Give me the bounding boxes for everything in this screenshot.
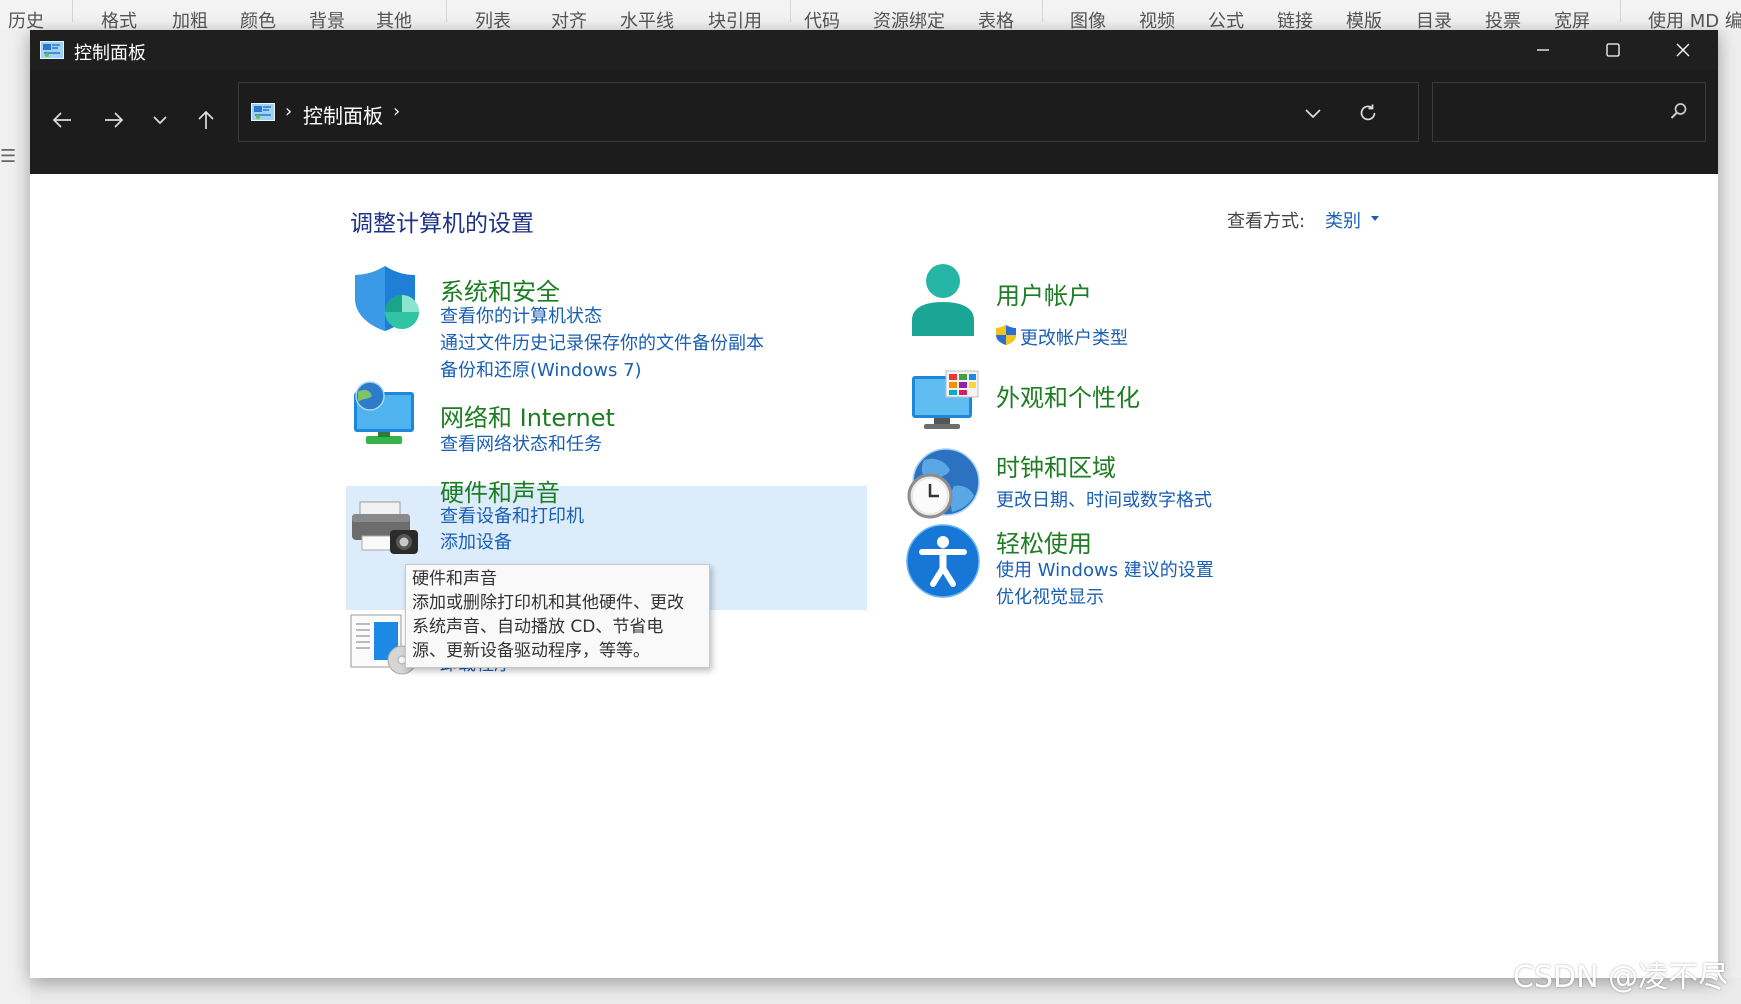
refresh-button[interactable] xyxy=(1352,97,1384,129)
uac-shield-icon xyxy=(996,325,1016,345)
category-title-ease-of-access[interactable]: 轻松使用 xyxy=(996,524,1092,559)
title-bar: 控制面板 xyxy=(30,30,1718,70)
link-windows-recommended-settings[interactable]: 使用 Windows 建议的设置 xyxy=(996,556,1214,582)
breadcrumb-separator-icon[interactable]: › xyxy=(393,101,400,122)
content-area: 调整计算机的设置 查看方式: 类别 系统和安全 查看你的计算机状态 通过文件历史… xyxy=(30,174,1718,978)
link-optimize-visual-display[interactable]: 优化视觉显示 xyxy=(996,583,1104,609)
link-view-network-status[interactable]: 查看网络状态和任务 xyxy=(440,430,602,456)
recent-locations-button[interactable] xyxy=(140,100,180,140)
category-title-appearance-personalization[interactable]: 外观和个性化 xyxy=(996,378,1140,413)
arrow-left-icon xyxy=(52,112,71,128)
close-icon xyxy=(1676,43,1690,57)
tooltip-line: 源、更新设备驱动程序，等等。 xyxy=(412,641,650,661)
minimize-icon xyxy=(1537,49,1549,51)
link-backup-restore-win7[interactable]: 备份和还原(Windows 7) xyxy=(440,356,642,382)
control-panel-crumb-icon xyxy=(251,103,275,121)
shield-icon[interactable] xyxy=(352,264,422,334)
link-change-account-type[interactable]: 更改帐户类型 xyxy=(1020,324,1128,350)
control-panel-app-icon xyxy=(40,41,64,59)
category-title-clock-region[interactable]: 时钟和区域 xyxy=(996,448,1116,483)
maximize-icon xyxy=(1606,43,1620,57)
accessibility-icon[interactable] xyxy=(906,524,980,598)
globe-clock-icon[interactable] xyxy=(906,446,980,520)
arrow-right-icon xyxy=(105,112,124,128)
link-file-history-backup[interactable]: 通过文件历史记录保存你的文件备份副本 xyxy=(440,329,764,355)
page-title: 调整计算机的设置 xyxy=(350,211,534,237)
link-change-date-time-format[interactable]: 更改日期、时间或数字格式 xyxy=(996,486,1212,512)
address-history-dropdown[interactable] xyxy=(1297,99,1329,127)
category-title-user-accounts[interactable]: 用户帐户 xyxy=(996,276,1092,311)
chevron-down-icon xyxy=(1305,109,1321,118)
tooltip-line: 添加或删除打印机和其他硬件、更改 xyxy=(412,593,684,613)
refresh-icon xyxy=(1360,104,1376,121)
watermark: CSDN @凌不尽 xyxy=(1513,960,1729,995)
forward-button[interactable] xyxy=(94,100,134,140)
breadcrumb-separator-icon[interactable]: › xyxy=(285,101,292,122)
printer-icon[interactable] xyxy=(350,500,420,556)
category-tooltip: 硬件和声音 添加或删除打印机和其他硬件、更改 系统声音、自动播放 CD、节省电 … xyxy=(405,564,710,668)
toolbar-separator xyxy=(1042,0,1043,22)
control-panel-window: 控制面板 › 控制面板 › 调整计算机的设置 查看方式: 类别 系统和安全 查看… xyxy=(30,30,1718,978)
link-view-computer-status[interactable]: 查看你的计算机状态 xyxy=(440,302,602,328)
breadcrumb-control-panel[interactable]: 控制面板 xyxy=(303,100,383,129)
category-title-network-internet[interactable]: 网络和 Internet xyxy=(440,398,615,433)
search-box[interactable] xyxy=(1432,82,1706,142)
link-add-device[interactable]: 添加设备 xyxy=(440,528,512,554)
window-title: 控制面板 xyxy=(74,43,146,64)
back-button[interactable] xyxy=(42,100,82,140)
address-bar[interactable]: › 控制面板 › xyxy=(238,82,1419,142)
minimize-button[interactable] xyxy=(1508,30,1578,70)
chevron-down-icon xyxy=(153,116,167,125)
tooltip-line: 系统声音、自动播放 CD、节省电 xyxy=(412,617,664,637)
list-icon: ☰ xyxy=(0,146,17,167)
search-input[interactable] xyxy=(1443,97,1663,127)
arrow-up-icon xyxy=(198,110,214,129)
caret-down-icon[interactable] xyxy=(1371,216,1379,221)
close-button[interactable] xyxy=(1648,30,1718,70)
view-by-label: 查看方式: xyxy=(1227,211,1306,232)
toolbar-separator xyxy=(790,0,791,22)
view-by-dropdown[interactable]: 类别 xyxy=(1325,207,1361,233)
toolbar-separator xyxy=(72,0,73,22)
background-left-panel: ☰ xyxy=(0,30,30,1004)
search-icon xyxy=(1670,103,1687,119)
up-button[interactable] xyxy=(186,100,226,140)
network-globe-icon[interactable] xyxy=(350,380,418,446)
user-icon[interactable] xyxy=(910,262,976,336)
background-editor-toolbar: 历史 格式 加粗 颜色 背景 其他 列表 对齐 水平线 块引用 代码 资源绑定 … xyxy=(0,0,1741,32)
link-devices-printers[interactable]: 查看设备和打印机 xyxy=(440,502,584,528)
tooltip-title: 硬件和声音 xyxy=(412,569,497,589)
toolbar-separator xyxy=(446,0,447,22)
toolbar-separator xyxy=(1620,0,1621,22)
monitor-tiles-icon[interactable] xyxy=(910,370,980,432)
maximize-button[interactable] xyxy=(1578,30,1648,70)
background-bottom-strip xyxy=(30,978,1741,1004)
navigation-bar: › 控制面板 › xyxy=(30,70,1718,174)
